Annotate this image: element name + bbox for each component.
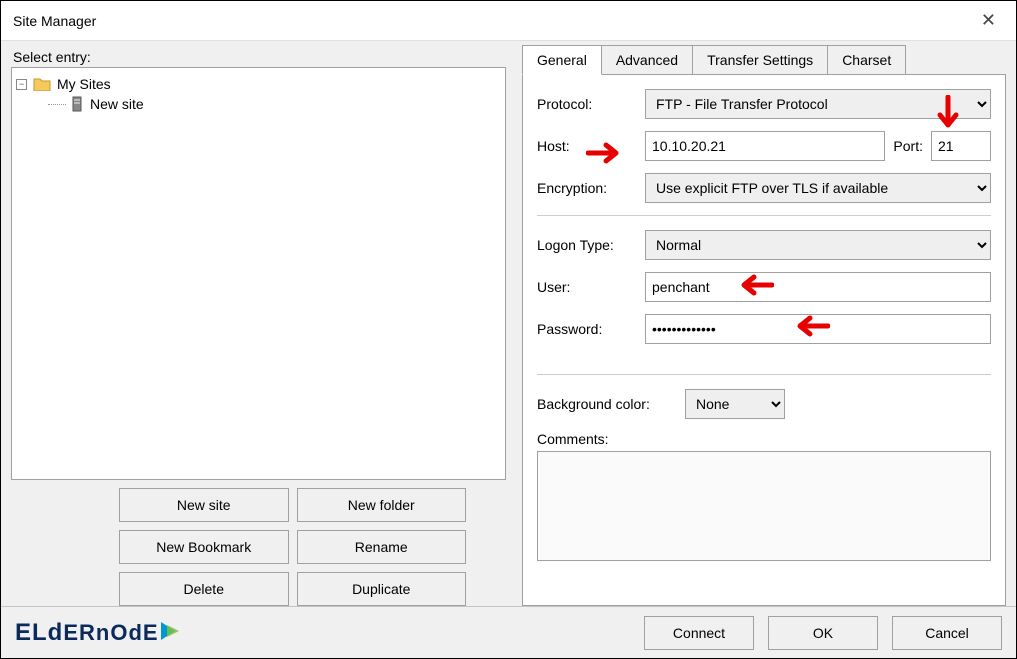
tab-charset[interactable]: Charset xyxy=(828,45,906,75)
comments-label: Comments: xyxy=(537,431,637,447)
rename-button[interactable]: Rename xyxy=(297,530,467,564)
connect-button[interactable]: Connect xyxy=(644,616,754,650)
delete-button[interactable]: Delete xyxy=(119,572,289,606)
port-label: Port: xyxy=(893,138,923,154)
tabstrip: General Advanced Transfer Settings Chars… xyxy=(522,45,1006,75)
new-folder-button[interactable]: New folder xyxy=(297,488,467,522)
protocol-select[interactable]: FTP - File Transfer Protocol xyxy=(645,89,991,119)
left-panel: Select entry: − My Sites New site xyxy=(1,45,516,606)
general-tab-body: Protocol: FTP - File Transfer Protocol H… xyxy=(522,74,1006,606)
entry-buttons: New site New folder New Bookmark Rename … xyxy=(11,488,506,606)
new-bookmark-button[interactable]: New Bookmark xyxy=(119,530,289,564)
right-panel: General Advanced Transfer Settings Chars… xyxy=(516,45,1016,606)
tree-connector xyxy=(48,104,66,105)
cancel-button[interactable]: Cancel xyxy=(892,616,1002,650)
logon-type-label: Logon Type: xyxy=(537,237,637,253)
titlebar: Site Manager ✕ xyxy=(1,1,1016,41)
tab-general[interactable]: General xyxy=(522,45,602,75)
protocol-label: Protocol: xyxy=(537,96,637,112)
folder-icon xyxy=(33,77,51,91)
user-input[interactable] xyxy=(645,272,991,302)
password-input[interactable] xyxy=(645,314,991,344)
user-label: User: xyxy=(537,279,637,295)
logo-triangle-icon xyxy=(161,622,181,640)
tree-collapse-icon[interactable]: − xyxy=(16,79,27,90)
host-label: Host: xyxy=(537,138,637,154)
site-manager-window: Site Manager ✕ Select entry: − My Sites xyxy=(0,0,1017,659)
server-icon xyxy=(70,96,84,112)
duplicate-button[interactable]: Duplicate xyxy=(297,572,467,606)
bgcolor-label: Background color: xyxy=(537,396,677,412)
ok-button[interactable]: OK xyxy=(768,616,878,650)
tab-advanced[interactable]: Advanced xyxy=(602,45,693,75)
tree-item-new-site[interactable]: New site xyxy=(48,94,501,114)
window-title: Site Manager xyxy=(13,13,973,29)
tree-item-label: New site xyxy=(90,96,144,112)
logon-type-select[interactable]: Normal xyxy=(645,230,991,260)
tab-transfer-settings[interactable]: Transfer Settings xyxy=(693,45,828,75)
bgcolor-select[interactable]: None xyxy=(685,389,785,419)
encryption-select[interactable]: Use explicit FTP over TLS if available xyxy=(645,173,991,203)
divider-2 xyxy=(537,374,991,375)
eldernode-logo: ELdERnOdE xyxy=(15,619,630,647)
close-icon[interactable]: ✕ xyxy=(973,6,1004,35)
host-input[interactable] xyxy=(645,131,885,161)
tree-root-label: My Sites xyxy=(57,76,111,92)
port-input[interactable] xyxy=(931,131,991,161)
main-area: Select entry: − My Sites New site xyxy=(1,41,1016,606)
new-site-button[interactable]: New site xyxy=(119,488,289,522)
divider xyxy=(537,215,991,216)
bottom-bar: ELdERnOdE Connect OK Cancel xyxy=(1,606,1016,658)
password-label: Password: xyxy=(537,321,637,337)
encryption-label: Encryption: xyxy=(537,180,637,196)
comments-textarea[interactable] xyxy=(537,451,991,561)
select-entry-label: Select entry: xyxy=(13,49,506,65)
tree-root-my-sites[interactable]: − My Sites xyxy=(16,74,501,94)
entry-tree[interactable]: − My Sites New site xyxy=(11,67,506,480)
